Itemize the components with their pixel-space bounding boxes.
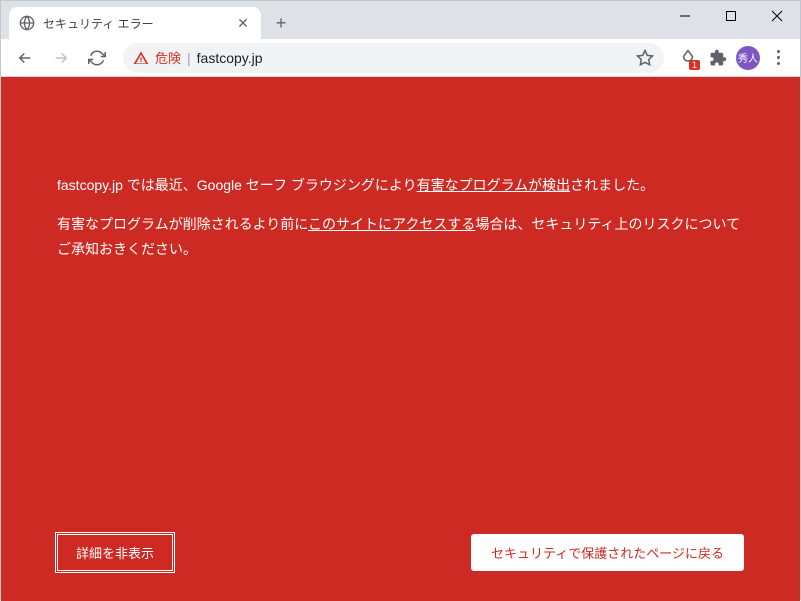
security-warning-page: fastcopy.jp では最近、Google セーフ ブラウジングにより有害な… <box>1 77 800 601</box>
tab-title: セキュリティ エラー <box>43 15 227 32</box>
globe-icon <box>19 15 35 31</box>
reload-button[interactable] <box>81 42 113 74</box>
address-bar[interactable]: 危険 | fastcopy.jp <box>123 43 664 73</box>
close-window-button[interactable] <box>754 1 800 31</box>
forward-button[interactable] <box>45 42 77 74</box>
kebab-icon <box>777 50 780 65</box>
maximize-button[interactable] <box>708 1 754 31</box>
extension-drop-icon[interactable]: 1 <box>674 44 702 72</box>
harmful-program-link[interactable]: 有害なプログラムが検出 <box>417 177 571 193</box>
separator: | <box>187 50 191 66</box>
new-tab-button[interactable]: + <box>267 9 295 37</box>
danger-label: 危険 <box>155 48 181 67</box>
warning-paragraph-2: 有害なプログラムが削除されるより前にこのサイトにアクセスする場合は、セキュリティ… <box>57 212 744 262</box>
close-icon[interactable]: ✕ <box>235 15 251 31</box>
minimize-button[interactable] <box>662 1 708 31</box>
toolbar: 危険 | fastcopy.jp 1 秀人 <box>1 39 800 77</box>
hide-details-button[interactable]: 詳細を非表示 <box>57 534 173 571</box>
profile-avatar: 秀人 <box>736 46 760 70</box>
extension-badge: 1 <box>689 60 700 70</box>
extensions-puzzle-icon[interactable] <box>704 44 732 72</box>
bookmark-star-icon[interactable] <box>636 49 654 67</box>
title-bar: セキュリティ エラー ✕ + <box>1 1 800 39</box>
button-row: 詳細を非表示 セキュリティで保護されたページに戻る <box>57 534 744 571</box>
browser-tab[interactable]: セキュリティ エラー ✕ <box>9 7 261 39</box>
visit-site-link[interactable]: このサイトにアクセスする <box>308 216 475 232</box>
window-controls <box>662 1 800 31</box>
url-text: fastcopy.jp <box>197 50 630 66</box>
extension-icons: 1 秀人 <box>674 44 792 72</box>
menu-button[interactable] <box>764 44 792 72</box>
warning-triangle-icon <box>133 50 149 66</box>
back-button[interactable] <box>9 42 41 74</box>
warning-paragraph-1: fastcopy.jp では最近、Google セーフ ブラウジングにより有害な… <box>57 173 744 198</box>
profile-button[interactable]: 秀人 <box>734 44 762 72</box>
back-to-safety-button[interactable]: セキュリティで保護されたページに戻る <box>471 534 744 571</box>
